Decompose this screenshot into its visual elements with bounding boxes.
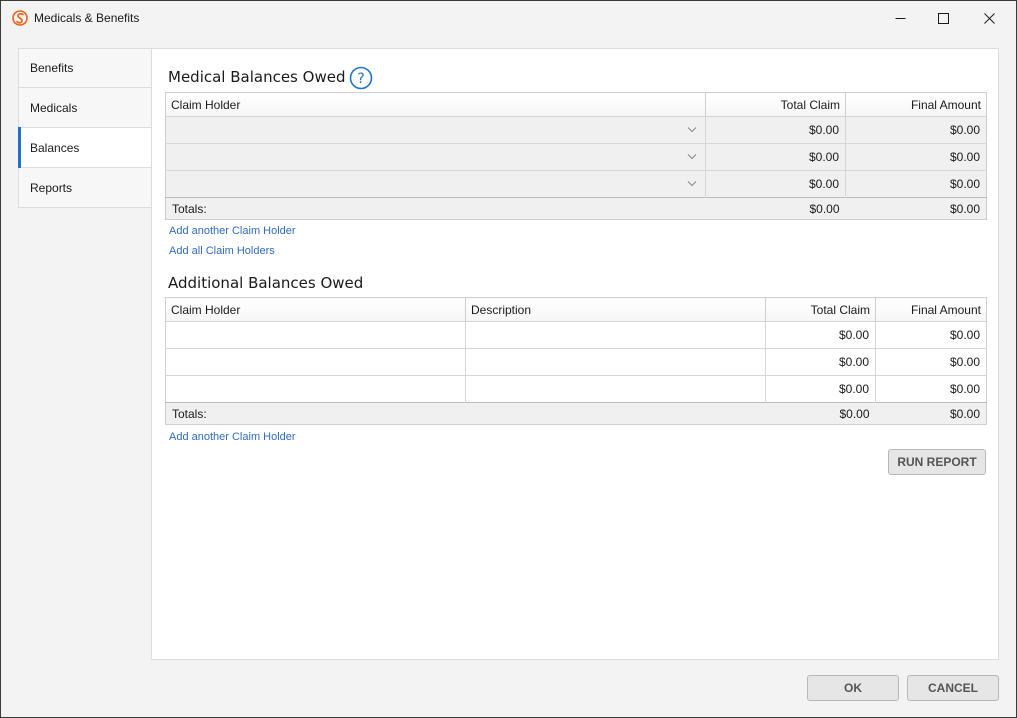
sidebar-item-label: Reports [30, 180, 73, 195]
column-header-final-amount[interactable]: Final Amount [875, 297, 987, 322]
claim-holder-dropdown[interactable] [165, 170, 706, 198]
table-row: $0.00 $0.00 [165, 375, 987, 403]
additional-balances-table: Claim Holder Description Total Claim Fin… [165, 297, 987, 425]
dialog-window: Medicals & Benefits Benefits Medicals Ba… [0, 0, 1017, 718]
table-header-row: Claim Holder Description Total Claim Fin… [165, 297, 987, 322]
final-amount-cell[interactable]: $0.00 [875, 321, 987, 349]
medical-balances-title: Medical Balances Owed [168, 68, 346, 86]
medical-balances-table: Claim Holder Total Claim Final Amount $0… [165, 92, 987, 220]
add-another-claim-holder-link[interactable]: Add another Claim Holder [169, 431, 296, 443]
sidebar-nav: Benefits Medicals Balances Reports [18, 48, 152, 208]
description-cell[interactable] [465, 348, 766, 376]
total-claim-cell[interactable]: $0.00 [765, 348, 876, 376]
balances-panel: Medical Balances Owed ? Claim Holder Tot… [151, 48, 999, 660]
chevron-down-icon [687, 181, 697, 187]
total-claim-cell[interactable]: $0.00 [765, 321, 876, 349]
total-claim-cell[interactable]: $0.00 [765, 375, 876, 403]
minimize-icon [895, 17, 905, 19]
totals-final-amount: $0.00 [845, 197, 987, 220]
final-amount-cell[interactable]: $0.00 [845, 143, 987, 171]
totals-label: Totals: [165, 197, 706, 220]
final-amount-cell[interactable]: $0.00 [875, 348, 987, 376]
minimize-button[interactable] [877, 1, 923, 35]
total-claim-cell[interactable]: $0.00 [705, 170, 846, 198]
sidebar-item-label: Balances [30, 140, 80, 155]
sidebar-item-label: Medicals [30, 100, 78, 115]
sidebar-item-medicals[interactable]: Medicals [18, 88, 152, 128]
claim-holder-dropdown[interactable] [165, 143, 706, 171]
additional-balances-title: Additional Balances Owed [168, 274, 364, 292]
claim-holder-dropdown[interactable] [165, 116, 706, 144]
sidebar-item-balances[interactable]: Balances [18, 127, 152, 168]
window-title: Medicals & Benefits [34, 11, 140, 25]
ok-button[interactable]: OK [807, 675, 899, 701]
run-report-button[interactable]: RUN REPORT [888, 449, 986, 475]
table-header-row: Claim Holder Total Claim Final Amount [165, 92, 987, 117]
final-amount-cell[interactable]: $0.00 [845, 170, 987, 198]
claim-holder-cell[interactable] [165, 348, 466, 376]
totals-final-amount: $0.00 [875, 402, 987, 425]
totals-total-claim: $0.00 [765, 402, 876, 425]
totals-label: Totals: [165, 402, 466, 425]
totals-row: Totals: $0.00 $0.00 [165, 197, 987, 220]
close-button[interactable] [966, 1, 1012, 35]
description-cell[interactable] [465, 321, 766, 349]
chevron-down-icon [687, 154, 697, 160]
table-row: $0.00 $0.00 [165, 348, 987, 376]
column-header-total-claim[interactable]: Total Claim [705, 92, 846, 117]
sidebar-item-benefits[interactable]: Benefits [18, 48, 152, 88]
column-header-final-amount[interactable]: Final Amount [845, 92, 987, 117]
chevron-down-icon [687, 127, 697, 133]
add-another-claim-holder-link[interactable]: Add another Claim Holder [169, 225, 296, 237]
column-header-description[interactable]: Description [465, 297, 766, 322]
column-header-claim-holder[interactable]: Claim Holder [165, 92, 706, 117]
table-row: $0.00 $0.00 [165, 143, 987, 171]
totals-total-claim: $0.00 [705, 197, 846, 220]
claim-holder-cell[interactable] [165, 321, 466, 349]
cancel-button[interactable]: CANCEL [907, 675, 999, 701]
final-amount-cell[interactable]: $0.00 [845, 116, 987, 144]
table-row: $0.00 $0.00 [165, 116, 987, 144]
description-cell[interactable] [465, 375, 766, 403]
sidebar-item-reports[interactable]: Reports [18, 168, 152, 208]
total-claim-cell[interactable]: $0.00 [705, 116, 846, 144]
app-logo-icon [12, 10, 28, 26]
add-all-claim-holders-link[interactable]: Add all Claim Holders [169, 245, 275, 257]
claim-holder-cell[interactable] [165, 375, 466, 403]
close-icon [983, 12, 995, 24]
total-claim-cell[interactable]: $0.00 [705, 143, 846, 171]
column-header-total-claim[interactable]: Total Claim [765, 297, 876, 322]
totals-row: Totals: $0.00 $0.00 [165, 402, 987, 425]
table-row: $0.00 $0.00 [165, 170, 987, 198]
help-icon[interactable]: ? [349, 66, 373, 90]
maximize-button[interactable] [920, 1, 966, 35]
sidebar-item-label: Benefits [30, 61, 74, 75]
svg-text:?: ? [357, 71, 364, 87]
totals-spacer [465, 402, 766, 425]
table-row: $0.00 $0.00 [165, 321, 987, 349]
maximize-icon [937, 12, 949, 24]
title-bar: Medicals & Benefits [1, 1, 1016, 35]
final-amount-cell[interactable]: $0.00 [875, 375, 987, 403]
column-header-claim-holder[interactable]: Claim Holder [165, 297, 466, 322]
